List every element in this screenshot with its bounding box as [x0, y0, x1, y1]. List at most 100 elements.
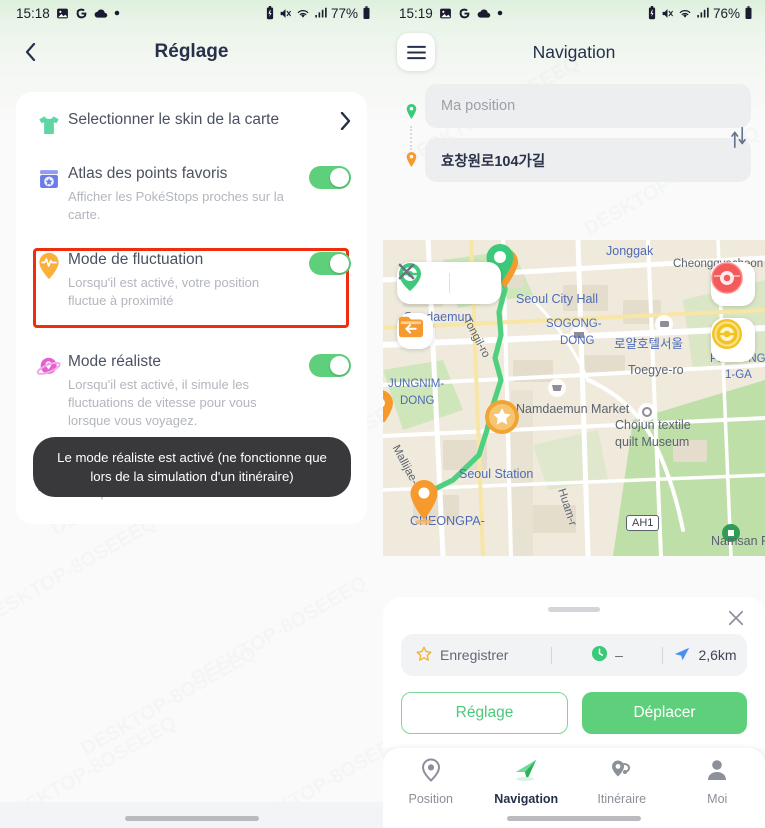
- status-battery-percent: 77%: [330, 5, 358, 21]
- tab-position[interactable]: Position: [383, 758, 479, 806]
- status-time: 15:19: [399, 5, 433, 21]
- dot-icon: [497, 10, 503, 16]
- paper-plane-icon: [514, 758, 538, 787]
- route-pin-icon: [610, 758, 634, 787]
- setting-text: Atlas des points favoris Afficher les Po…: [68, 164, 309, 224]
- signal-icon: [696, 7, 709, 19]
- toggle-fluctuation[interactable]: [309, 252, 351, 275]
- map-highway-shield: AH1: [626, 515, 660, 531]
- row-tail[interactable]: [340, 110, 351, 135]
- battery-icon: [362, 6, 371, 20]
- save-route-action[interactable]: Enregistrer: [401, 645, 551, 666]
- tab-label: Navigation: [494, 792, 559, 806]
- setting-subtitle: Lorsqu'il est activé, il simule les fluc…: [68, 377, 257, 428]
- page-title: Navigation: [532, 41, 616, 62]
- image-icon: [439, 7, 452, 20]
- navigation-screen: DESKTOP-8OSEEEQ DESKTOP-8OSEEEQ DESKTOP-…: [383, 0, 765, 828]
- route-bottom-sheet: Enregistrer – 2,6km Réglage Déplacer: [383, 597, 765, 748]
- move-button[interactable]: Déplacer: [582, 692, 747, 734]
- tooltip-realistic-mode: Le mode réaliste est activé (ne fonction…: [33, 437, 351, 497]
- origin-input[interactable]: Ma position: [425, 84, 751, 128]
- route-duration: –: [552, 645, 662, 665]
- tab-itinerary[interactable]: Itinéraire: [574, 758, 670, 806]
- setting-row-atlas[interactable]: Atlas des points favoris Afficher les Po…: [16, 150, 367, 236]
- route-duration-value: –: [615, 647, 623, 663]
- hamburger-icon[interactable]: [397, 33, 435, 71]
- navigation-arrow-icon: [673, 645, 691, 666]
- fluctuation-pin-icon: [30, 250, 68, 280]
- row-tail[interactable]: [309, 250, 351, 275]
- back-button[interactable]: [16, 38, 44, 66]
- import-folder-icon[interactable]: [397, 313, 433, 349]
- route-distance-value: 2,6km: [698, 647, 737, 663]
- setting-row-map-skin[interactable]: Selectionner le skin de la carte: [16, 96, 367, 150]
- sheet-grabber[interactable]: [548, 607, 600, 612]
- divider: [449, 273, 450, 293]
- setting-title: Atlas des points favoris: [68, 165, 228, 182]
- setting-title: Selectionner le skin de la carte: [68, 111, 280, 128]
- home-indicator[interactable]: [124, 816, 259, 821]
- map-control-group: [397, 262, 501, 304]
- destination-input[interactable]: 효창원로104가길: [425, 138, 751, 182]
- gold-pokeball-icon[interactable]: [711, 318, 755, 362]
- tab-me[interactable]: Moi: [670, 758, 765, 806]
- page-title: Réglage: [154, 41, 229, 62]
- battery-icon: [744, 6, 753, 20]
- setting-title: Mode de fluctuation: [68, 251, 204, 268]
- setting-title: Mode réaliste: [68, 353, 162, 370]
- setting-text: Mode réaliste Lorsqu'il est activé, il s…: [68, 352, 309, 430]
- battery-saver-icon: [647, 6, 657, 20]
- toggle-knob: [330, 254, 349, 273]
- person-icon: [706, 758, 728, 787]
- tshirt-icon: [30, 110, 68, 138]
- cloud-icon: [477, 8, 491, 19]
- cloud-icon: [94, 8, 108, 19]
- route-info-strip: Enregistrer – 2,6km: [401, 634, 747, 676]
- row-tail[interactable]: [309, 164, 351, 189]
- setting-row-fluctuation[interactable]: Mode de fluctuation Lorsqu'il est activé…: [16, 236, 367, 332]
- route-distance: 2,6km: [663, 645, 747, 666]
- status-bar: 15:18 77%: [0, 0, 383, 26]
- setting-row-realistic[interactable]: Mode réaliste Lorsqu'il est activé, il s…: [16, 332, 367, 442]
- tab-label: Itinéraire: [597, 792, 647, 806]
- chevron-right-icon[interactable]: [340, 111, 351, 135]
- toggle-knob: [330, 168, 349, 187]
- origin-pin-icon: [405, 104, 418, 124]
- nav-gesture-strip: [0, 802, 383, 828]
- status-time: 15:18: [16, 5, 50, 21]
- toggle-realistic[interactable]: [309, 354, 351, 377]
- navigation-topbar: Navigation: [383, 26, 765, 78]
- setting-text: Mode de fluctuation Lorsqu'il est activé…: [68, 250, 309, 310]
- route-input-area: Ma position 효창원로104가길: [383, 78, 765, 182]
- realistic-planet-icon: [30, 352, 68, 381]
- swap-vertical-icon[interactable]: [721, 120, 755, 154]
- red-pokeball-icon[interactable]: [711, 262, 755, 306]
- clock-icon: [591, 645, 608, 665]
- settings-button[interactable]: Réglage: [401, 692, 568, 734]
- save-route-label: Enregistrer: [440, 647, 509, 663]
- star-icon: [415, 645, 433, 666]
- atlas-book-icon: [30, 164, 68, 192]
- destination-pin-icon: [405, 152, 418, 172]
- status-battery-percent: 76%: [712, 5, 740, 21]
- signal-icon: [314, 7, 327, 19]
- image-icon: [56, 7, 69, 20]
- map-view[interactable]: Jonggak Cheonggyecheon Seoul City Hall S…: [383, 240, 765, 556]
- close-icon[interactable]: [725, 607, 747, 629]
- setting-subtitle: Lorsqu'il est activé, votre position flu…: [68, 275, 260, 308]
- row-tail[interactable]: [309, 352, 351, 377]
- tab-navigation[interactable]: Navigation: [479, 758, 575, 806]
- google-icon: [458, 7, 471, 20]
- wifi-icon: [296, 7, 310, 19]
- dot-icon: [114, 10, 120, 16]
- toggle-atlas[interactable]: [309, 166, 351, 189]
- tab-label: Position: [408, 792, 453, 806]
- home-indicator[interactable]: [507, 816, 641, 821]
- route-fields: Ma position 효창원로104가길: [425, 84, 751, 182]
- status-bar: 15:19 76%: [383, 0, 765, 26]
- wifi-icon: [678, 7, 692, 19]
- dual-phone-screenshot: DESKTOP-8OSEEEQ DESKTOP-8OSEEEQ DESKTOP-…: [0, 0, 765, 828]
- google-icon: [75, 7, 88, 20]
- toggle-knob: [330, 356, 349, 375]
- settings-screen: DESKTOP-8OSEEEQ DESKTOP-8OSEEEQ DESKTOP-…: [0, 0, 383, 828]
